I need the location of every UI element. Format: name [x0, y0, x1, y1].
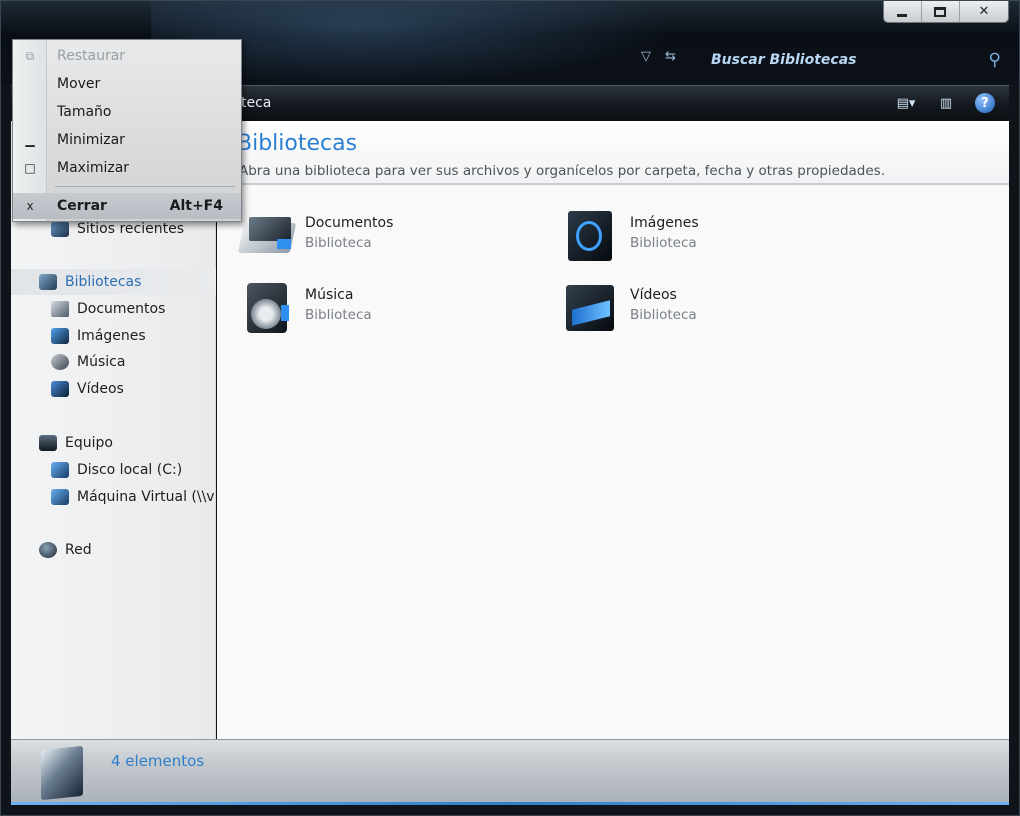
library-item-music[interactable]: Música Biblioteca	[237, 281, 497, 341]
library-type: Biblioteca	[630, 235, 697, 251]
preview-pane-icon[interactable]: ▥	[935, 93, 957, 113]
toolbar-breadcrumb: teca	[241, 95, 272, 111]
nav-item-label: Música	[77, 354, 126, 370]
nav-item-label: Máquina Virtual (\\v	[77, 489, 215, 505]
refresh-icon[interactable]: ⇆	[665, 49, 676, 64]
nav-item-label: Sitios recientes	[77, 221, 184, 237]
menu-separator	[55, 186, 235, 187]
explorer-window: ✕ ▽ ⇆ ⚲ teca ▤▾ ▥ ? Sitios recientes Bib…	[0, 0, 1020, 816]
nav-item-documents[interactable]: Documentos	[11, 296, 216, 322]
nav-item-pictures[interactable]: Imágenes	[11, 323, 216, 349]
videos-library-icon	[562, 281, 622, 337]
menu-item-label: Mover	[57, 76, 101, 92]
page-title: Bibliotecas	[237, 131, 358, 156]
close-icon: x	[26, 199, 34, 213]
documents-icon	[51, 301, 69, 317]
videos-icon	[51, 381, 69, 397]
library-name: Imágenes	[630, 215, 699, 231]
view-options-icon[interactable]: ▤▾	[895, 93, 917, 113]
menu-item-shortcut: Alt+F4	[169, 198, 223, 214]
menu-item-minimize[interactable]: ▁ Minimizar	[13, 127, 241, 153]
status-accent-line	[11, 802, 1009, 805]
menu-item-label: Minimizar	[57, 132, 125, 148]
minimize-icon: ▁	[25, 133, 35, 147]
page-description: Abra una biblioteca para ver sus archivo…	[239, 163, 886, 179]
pictures-library-icon	[562, 209, 622, 265]
system-menu: ⧉ Restaurar Mover Tamaño ▁ Minimizar □ M…	[12, 39, 242, 222]
search-icon[interactable]: ⚲	[989, 50, 1001, 70]
pictures-icon	[51, 328, 69, 344]
content-header: Bibliotecas Abra una biblioteca para ver…	[217, 121, 1009, 185]
nav-item-label: Red	[65, 542, 92, 558]
hard-drive-icon	[51, 462, 69, 478]
menu-item-size[interactable]: Tamaño	[13, 99, 241, 125]
minimize-button[interactable]	[884, 1, 922, 22]
maximize-icon	[934, 6, 947, 17]
library-item-videos[interactable]: Vídeos Biblioteca	[562, 281, 822, 341]
library-type: Biblioteca	[305, 307, 372, 323]
menu-item-label: Maximizar	[57, 160, 130, 176]
nav-item-computer[interactable]: Equipo	[11, 430, 216, 456]
library-text: Vídeos Biblioteca	[630, 281, 697, 341]
menu-item-label: Tamaño	[57, 104, 112, 120]
nav-item-label: Equipo	[65, 435, 113, 451]
search-input[interactable]	[711, 52, 971, 68]
recent-places-icon	[51, 221, 69, 237]
content-pane: Bibliotecas Abra una biblioteca para ver…	[217, 121, 1009, 739]
restore-icon: ⧉	[25, 48, 35, 63]
nav-item-music[interactable]: Música	[11, 349, 216, 375]
maximize-icon: □	[24, 161, 36, 175]
nav-item-label: Bibliotecas	[65, 274, 142, 290]
nav-item-local-disk[interactable]: Disco local (C:)	[11, 457, 216, 483]
nav-item-network[interactable]: Red	[11, 537, 216, 563]
nav-item-label: Imágenes	[77, 328, 146, 344]
library-type: Biblioteca	[305, 235, 372, 251]
network-icon	[39, 542, 57, 558]
address-controls: ▽ ⇆	[641, 49, 676, 64]
nav-item-label: Disco local (C:)	[77, 462, 183, 478]
menu-item-label: Restaurar	[57, 48, 126, 64]
menu-item-maximize[interactable]: □ Maximizar	[13, 155, 241, 181]
library-status-icon	[41, 745, 83, 801]
library-name: Vídeos	[630, 287, 677, 303]
nav-item-label: Vídeos	[77, 381, 124, 397]
nav-item-videos[interactable]: Vídeos	[11, 376, 216, 402]
library-name: Música	[305, 287, 354, 303]
library-text: Música Biblioteca	[305, 281, 372, 341]
library-text: Documentos Biblioteca	[305, 209, 393, 269]
library-type: Biblioteca	[630, 307, 697, 323]
menu-item-close[interactable]: x Cerrar Alt+F4	[13, 193, 241, 219]
computer-icon	[39, 435, 57, 451]
close-button[interactable]: ✕	[960, 1, 1008, 22]
nav-item-label: Documentos	[77, 301, 166, 317]
item-count: 4 elementos	[111, 752, 205, 770]
status-bar: 4 elementos	[11, 739, 1009, 805]
window-controls: ✕	[883, 1, 1009, 23]
menu-item-label: Cerrar	[57, 198, 107, 214]
libraries-icon	[39, 274, 57, 290]
help-icon[interactable]: ?	[975, 93, 995, 113]
music-library-icon	[237, 281, 297, 337]
network-drive-icon	[51, 489, 69, 505]
library-name: Documentos	[305, 215, 394, 231]
music-icon	[51, 354, 69, 370]
nav-item-libraries[interactable]: Bibliotecas	[11, 269, 216, 295]
nav-item-virtual-machine[interactable]: Máquina Virtual (\\v	[11, 484, 216, 510]
menu-item-restore[interactable]: ⧉ Restaurar	[13, 43, 241, 69]
maximize-button[interactable]	[922, 1, 960, 22]
history-dropdown-icon[interactable]: ▽	[641, 49, 651, 64]
menu-item-move[interactable]: Mover	[13, 71, 241, 97]
close-icon: ✕	[978, 4, 990, 19]
search-box[interactable]: ⚲	[701, 47, 1007, 73]
documents-library-icon	[237, 209, 297, 265]
library-text: Imágenes Biblioteca	[630, 209, 699, 269]
minimize-icon	[897, 13, 908, 17]
library-item-documents[interactable]: Documentos Biblioteca	[237, 209, 497, 269]
toolbar-actions: ▤▾ ▥ ?	[895, 93, 995, 113]
library-item-pictures[interactable]: Imágenes Biblioteca	[562, 209, 822, 269]
